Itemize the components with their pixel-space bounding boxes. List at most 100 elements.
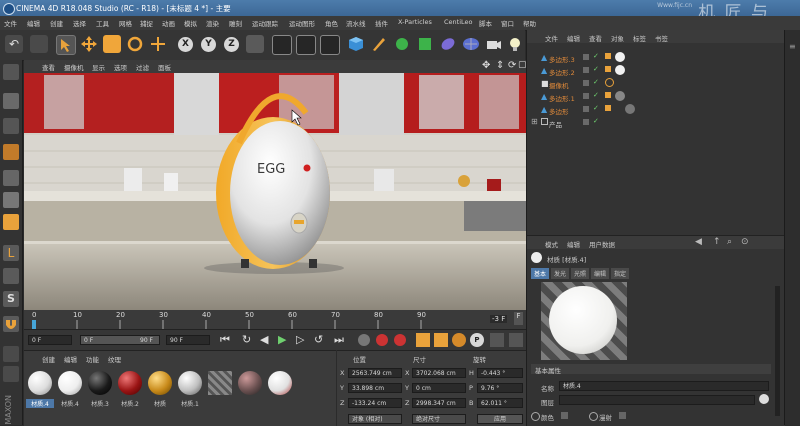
expand-icon[interactable]: ⊞	[531, 117, 538, 126]
rotation-h-field[interactable]: -0.443 °	[477, 368, 523, 378]
position-key-icon[interactable]	[416, 333, 430, 347]
magnet-icon[interactable]	[3, 316, 19, 332]
y-axis-lock-icon[interactable]: Y	[201, 37, 216, 52]
undo-icon[interactable]: ↶	[5, 35, 23, 53]
coord-mode-dropdown[interactable]: 对象 (相对)	[348, 414, 402, 424]
go-to-end-icon[interactable]: ⏭	[334, 333, 344, 347]
material-swatch[interactable]	[88, 371, 112, 395]
layer-icon[interactable]	[583, 106, 589, 112]
menu-window[interactable]: 窗口	[501, 18, 514, 28]
menu-help[interactable]: 帮助	[523, 18, 536, 28]
menu-mograph[interactable]: 运动图形	[289, 18, 315, 28]
menu-centileo[interactable]: CentiLeo	[444, 18, 473, 26]
diffuse-radio-icon[interactable]	[589, 412, 598, 421]
object-menu-tags[interactable]: 标签	[633, 33, 646, 43]
object-menu-bookmarks[interactable]: 书签	[655, 33, 668, 43]
rotation-key-icon[interactable]	[452, 333, 466, 347]
viewport-menu-panel[interactable]: 面板	[158, 62, 171, 72]
next-key-icon[interactable]: ↺	[314, 333, 323, 346]
start-frame-field[interactable]: 0 F	[28, 335, 72, 345]
menu-character[interactable]: 角色	[325, 18, 338, 28]
rotate-tool-icon[interactable]	[126, 35, 144, 53]
viewport-zoom-icon[interactable]: ⇕	[496, 60, 504, 71]
viewport[interactable]: EGG	[24, 73, 526, 310]
material-menu-create[interactable]: 创建	[42, 354, 55, 364]
material-swatch[interactable]	[268, 371, 292, 395]
object-menu-view[interactable]: 查看	[589, 33, 602, 43]
point-level-animation-icon[interactable]	[490, 333, 504, 347]
edges-mode-icon[interactable]	[3, 192, 19, 208]
scale-tool-icon[interactable]	[103, 35, 121, 53]
diffuse-checkbox[interactable]	[619, 412, 626, 419]
end-frame-field[interactable]: 90 F	[166, 335, 210, 345]
play-icon[interactable]: ▶	[278, 333, 286, 346]
material-menu-function[interactable]: 功能	[86, 354, 99, 364]
phong-tag-icon[interactable]	[605, 53, 611, 59]
attr-lock-icon[interactable]: ⊙	[741, 237, 749, 247]
layer-icon[interactable]	[583, 54, 589, 60]
visible-check-icon[interactable]: ✓	[593, 91, 599, 99]
material-swatch[interactable]	[208, 371, 232, 395]
timeline-menu-icon[interactable]	[509, 333, 523, 347]
material-swatch[interactable]	[178, 371, 202, 395]
color-radio-icon[interactable]	[531, 412, 540, 421]
attr-name-field[interactable]: 材质.4	[559, 381, 769, 391]
render-to-picture-viewer-icon[interactable]	[296, 35, 316, 55]
menu-mesh[interactable]: 网格	[119, 18, 132, 28]
size-mode-dropdown[interactable]: 绝对尺寸	[412, 414, 466, 424]
layer-icon[interactable]	[583, 119, 589, 125]
viewport-rotate-icon[interactable]: ⟳	[508, 60, 516, 71]
size-y-field[interactable]: 0 cm	[412, 383, 466, 393]
attr-scrollbar[interactable]	[775, 286, 780, 416]
menu-render[interactable]: 渲染	[206, 18, 219, 28]
camera-icon[interactable]	[485, 35, 503, 53]
color-checkbox[interactable]	[561, 412, 568, 419]
menu-edit[interactable]: 编辑	[27, 18, 40, 28]
viewport-menu-display[interactable]: 显示	[92, 62, 105, 72]
menu-file[interactable]: 文件	[4, 18, 17, 28]
render-view-icon[interactable]	[272, 35, 292, 55]
layer-icon[interactable]	[583, 93, 589, 99]
workplane-icon[interactable]	[3, 144, 19, 160]
points-mode-icon[interactable]	[3, 170, 19, 186]
snap-icon[interactable]: S	[3, 291, 19, 307]
material-swatch[interactable]	[118, 371, 142, 395]
model-mode-icon[interactable]	[3, 93, 19, 109]
axis-mode-icon[interactable]: L	[3, 245, 19, 261]
attr-tab-illumination[interactable]: 光照	[571, 268, 590, 279]
material-swatch[interactable]	[148, 371, 172, 395]
position-x-field[interactable]: 2563.749 cm	[348, 368, 402, 378]
menu-simulate[interactable]: 模拟	[184, 18, 197, 28]
menu-create[interactable]: 创建	[50, 18, 63, 28]
viewport-menu-options[interactable]: 选项	[114, 62, 127, 72]
floor-icon[interactable]	[462, 35, 480, 53]
go-to-start-icon[interactable]: ⏮	[220, 333, 230, 347]
cube-icon[interactable]	[347, 35, 365, 53]
attr-back-icon[interactable]: ◀	[695, 237, 702, 247]
material-tag-icon[interactable]	[615, 52, 625, 62]
array-icon[interactable]	[416, 35, 434, 53]
frame-range-slider[interactable]: 0 F 90 F	[80, 335, 160, 345]
size-x-field[interactable]: 3702.068 cm	[412, 368, 466, 378]
record-keys-icon[interactable]	[358, 334, 370, 346]
attr-search-icon[interactable]: ⌕	[727, 237, 732, 247]
material-tag-icon[interactable]	[615, 65, 625, 75]
auto-keying-icon[interactable]	[376, 334, 388, 346]
material-menu-texture[interactable]: 纹理	[108, 354, 121, 364]
attr-tab-basic[interactable]: 基本	[531, 268, 550, 279]
visible-check-icon[interactable]: ✓	[593, 104, 599, 112]
size-z-field[interactable]: 2998.347 cm	[412, 398, 466, 408]
viewport-move-icon[interactable]: ✥	[482, 60, 490, 71]
phong-tag-icon[interactable]	[605, 105, 611, 111]
tweak-mode-icon[interactable]	[3, 268, 19, 284]
object-row[interactable]: ■ 摄像机 ✓	[527, 78, 785, 90]
menu-snap[interactable]: 捕捉	[140, 18, 153, 28]
parameter-key-icon[interactable]: P	[470, 333, 484, 347]
keyframe-selection-icon[interactable]	[394, 334, 406, 346]
visible-check-icon[interactable]: ✓	[593, 52, 599, 60]
timeline-f-button[interactable]: F	[514, 312, 523, 325]
menu-animate[interactable]: 动画	[162, 18, 175, 28]
material-swatch[interactable]	[58, 371, 82, 395]
subdivision-icon[interactable]	[393, 35, 411, 53]
material-preview[interactable]	[541, 282, 627, 360]
